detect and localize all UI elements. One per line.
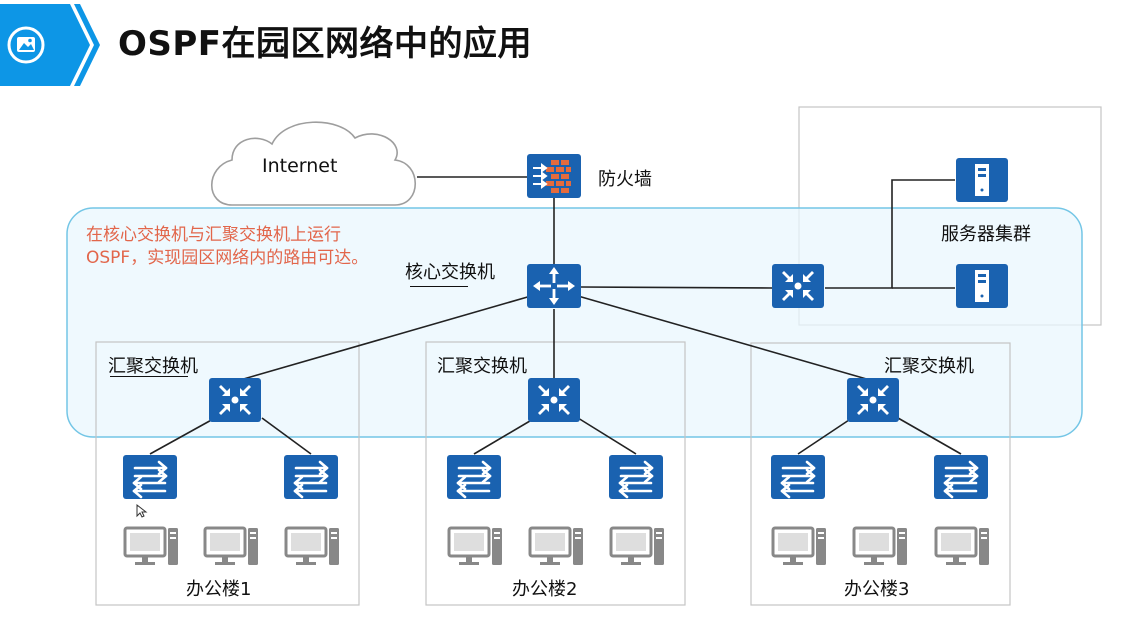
- firewall-icon: [527, 154, 581, 198]
- aggregation-switch-label-1: 汇聚交换机: [108, 356, 198, 377]
- aggregation-switch-label-2: 汇聚交换机: [437, 356, 527, 377]
- firewall-label: 防火墙: [598, 169, 652, 190]
- server-icon: [956, 264, 1008, 308]
- aggregation-switch-icon: [845, 376, 901, 424]
- core-switch-label-underline: [410, 286, 468, 287]
- building-3-label: 办公楼3: [844, 579, 910, 600]
- aggregation-switch-icon: [526, 376, 582, 424]
- aggregation-label-underline: [110, 376, 188, 377]
- access-switch-icon: [607, 453, 665, 501]
- pc-icon: [771, 526, 828, 567]
- pc-icon: [447, 526, 504, 567]
- pc-icon: [852, 526, 909, 567]
- internet-label: Internet: [262, 155, 338, 177]
- aggregation-switch-label-3: 汇聚交换机: [884, 356, 974, 377]
- access-switch-icon: [932, 453, 990, 501]
- pc-icon: [528, 526, 585, 567]
- building-2-label: 办公楼2: [512, 579, 578, 600]
- pc-icon: [203, 526, 260, 567]
- mouse-cursor-icon: [136, 503, 148, 518]
- access-switch-icon: [445, 453, 503, 501]
- server-icon: [956, 158, 1008, 202]
- server-access-switch-icon: [770, 262, 826, 310]
- pc-icon: [934, 526, 991, 567]
- building-1-label: 办公楼1: [186, 579, 252, 600]
- access-switch-icon: [769, 453, 827, 501]
- ospf-annotation: 在核心交换机与汇聚交换机上运行OSPF，实现园区网络内的路由可达。: [86, 225, 369, 268]
- access-switch-icon: [282, 453, 340, 501]
- network-diagram: [66, 106, 1102, 606]
- pc-icon: [284, 526, 341, 567]
- aggregation-switch-icon: [207, 376, 263, 424]
- core-switch-label: 核心交换机: [405, 262, 495, 283]
- server-cluster-label: 服务器集群: [941, 224, 1031, 245]
- pc-icon: [123, 526, 180, 567]
- access-switch-icon: [121, 453, 179, 501]
- core-router-icon: [525, 262, 583, 310]
- pc-icon: [609, 526, 666, 567]
